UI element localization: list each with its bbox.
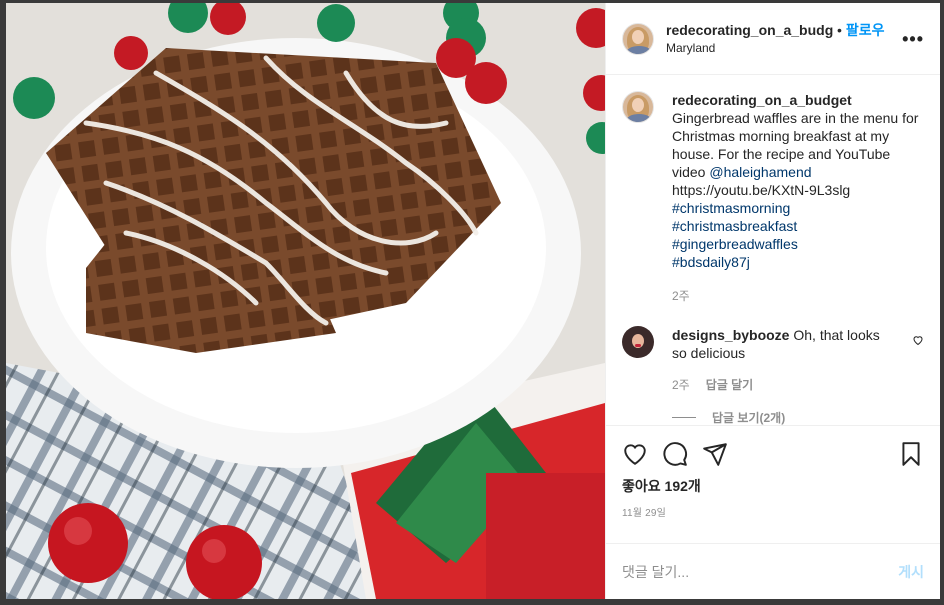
caption-mention[interactable]: @haleighamend (709, 164, 811, 180)
hashtag-link[interactable]: #gingerbreadwaffles (672, 235, 924, 253)
share-icon[interactable] (702, 441, 728, 467)
comment-author[interactable]: designs_bybooze (672, 327, 789, 343)
author-username[interactable]: redecorating_on_a_budget (666, 21, 833, 39)
comments-area: redecorating_on_a_budget Gingerbread waf… (606, 75, 940, 425)
post-image[interactable] (6, 3, 605, 599)
small-heart-icon[interactable] (912, 334, 924, 346)
separator-dot: • (837, 21, 842, 38)
post-side-panel: redecorating_on_a_budget • 팔로우 Maryland … (605, 3, 940, 599)
post-dialog: redecorating_on_a_budget • 팔로우 Maryland … (6, 3, 940, 599)
commenter-avatar[interactable] (622, 326, 654, 358)
divider-line (672, 417, 696, 418)
post-header: redecorating_on_a_budget • 팔로우 Maryland … (606, 3, 940, 75)
caption: redecorating_on_a_budget Gingerbread waf… (622, 91, 924, 271)
heart-icon[interactable] (622, 441, 648, 467)
follow-button[interactable]: 팔로우 (846, 21, 885, 39)
caption-author[interactable]: redecorating_on_a_budget (672, 91, 924, 109)
author-avatar[interactable] (622, 22, 654, 55)
comment-time[interactable]: 2주 (672, 376, 690, 393)
likes-count[interactable]: 좋아요 192개 (622, 476, 924, 496)
bookmark-icon[interactable] (898, 441, 924, 467)
view-replies-button[interactable]: 답글 보기(2개) (672, 409, 924, 425)
post-comment-button[interactable]: 게시 (898, 562, 924, 582)
comment-input[interactable]: 댓글 달기... (622, 562, 898, 582)
caption-time[interactable]: 2주 (672, 287, 924, 304)
post-date[interactable]: 11월 29일 (622, 504, 924, 519)
window-frame: redecorating_on_a_budget • 팔로우 Maryland … (0, 0, 944, 605)
caption-url: https://youtu.be/KXtN-9L3slg (672, 182, 851, 198)
more-icon[interactable]: ••• (902, 29, 924, 50)
add-comment-bar: 댓글 달기... 게시 (606, 543, 940, 599)
hashtag-link[interactable]: #bdsdaily87j (672, 253, 924, 271)
caption-avatar[interactable] (622, 91, 654, 123)
reply-button[interactable]: 답글 달기 (706, 376, 754, 393)
location-link[interactable]: Maryland (666, 39, 885, 57)
action-bar: 좋아요 192개 11월 29일 (606, 425, 940, 543)
hashtag-link[interactable]: #christmasbreakfast (672, 217, 924, 235)
comment-item: designs_bybooze Oh, that looks so delici… (622, 326, 924, 362)
comment-icon[interactable] (662, 441, 688, 467)
view-replies-label: 답글 보기(2개) (712, 411, 786, 425)
hashtag-link[interactable]: #christmasmorning (672, 199, 924, 217)
